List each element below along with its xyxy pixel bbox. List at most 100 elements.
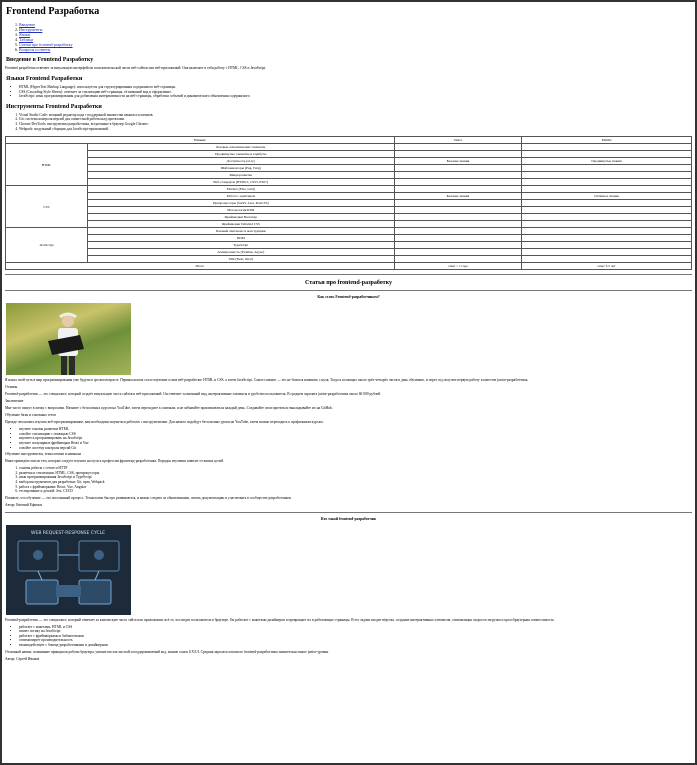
diagram-caption: WEB REQUEST-RESPONSE CYCLE (31, 530, 105, 536)
middle-cell (521, 213, 692, 222)
table-row: CSS Flexbox (Flex, Grid) (5, 185, 692, 229)
table-row: Микроразметка (6, 171, 692, 180)
page-content: Frontend Разработка Введение Инструменты… (2, 2, 695, 666)
article1-subheading: Отзывы (5, 385, 18, 390)
junior-cell (393, 241, 523, 250)
footer-middle: опыт 3-5 лет (521, 262, 692, 271)
skill-cell: Шаблонизаторы (Pug, Twig) (86, 164, 395, 173)
junior-cell (393, 171, 523, 180)
middle-cell (521, 185, 692, 194)
intro-heading: Введение в Frontend Разработку (6, 57, 94, 63)
intro-text: Frontend разработка отвечает за визуальн… (5, 66, 267, 70)
table-row: Шаблонизаторы (Pug, Twig) (6, 164, 692, 173)
header-skills: Навыки (5, 136, 395, 145)
junior-cell: Базовые знания (393, 157, 523, 166)
table-row: DOM (6, 234, 692, 243)
article1-numbered-list: основы работы с сетью и HTTP разметка и … (19, 466, 692, 494)
article2-para: Frontend-разработчик — это специалист, к… (5, 617, 555, 622)
header-middle: Middle (521, 136, 692, 145)
tools-heading: Инструменты Frontend Разработки (6, 103, 102, 110)
middle-cell: Отличное знание (521, 192, 692, 201)
middle-cell (521, 248, 692, 257)
list-item: освойте систему контроля версий Git (19, 446, 692, 451)
skill-cell: SSR (Next, Nuxt) (86, 255, 395, 264)
table-footer-row: Итого опыт ~ 1 года опыт 3-5 лет (5, 262, 692, 271)
article1-para: Помните, что обучение — это постоянный п… (5, 495, 292, 500)
junior-cell (393, 206, 523, 215)
middle-cell (521, 199, 692, 208)
table-row: Продвинутые элементы и атрибуты (6, 150, 692, 159)
skill-cell: Базовые семантические элементы (86, 143, 395, 152)
table-row: Фреймворки Tailwind CSS (6, 220, 692, 229)
junior-cell (393, 178, 523, 187)
person-with-laptop-icon (48, 312, 84, 376)
junior-cell (393, 227, 523, 236)
table-row: HTML Базовые семантические элементы (5, 143, 692, 187)
middle-cell (521, 164, 692, 173)
junior-cell (393, 143, 523, 152)
skill-cell: Микроразметка (86, 171, 395, 180)
middle-cell (521, 171, 692, 180)
article2-title: Кто такой frontend-разработчик (320, 516, 377, 521)
page: Frontend Разработка Введение Инструменты… (0, 0, 697, 765)
junior-cell (393, 150, 523, 159)
toc-item: Вопросы и ответы (19, 47, 692, 52)
tools-list: Visual Studio Code: мощный редактор кода… (19, 113, 692, 131)
table-row: Работа с адаптивом Базовые знания Отличное… (6, 192, 692, 201)
languages-heading: Языки Frontend Разработки (6, 76, 83, 82)
request-response-diagram: WEB REQUEST-RESPONSE CYCLE (6, 524, 131, 615)
junior-cell (393, 164, 523, 173)
table-row: Доступность (a11y) Базовые знания Продвину… (6, 157, 692, 166)
table-row: JavaScript Базовый синтаксис и конструкци… (5, 227, 692, 264)
article1-list: изучите основы разметки HTML освойте сти… (19, 427, 692, 450)
middle-cell (521, 241, 692, 250)
article1-photo (6, 303, 131, 376)
article1-para: Frontend-разработчик — это специалист, к… (5, 392, 381, 397)
junior-cell (393, 248, 523, 257)
skill-cell: Веб-стандарты (HTML5, CSS3, ES6+) (86, 178, 395, 187)
skill-cell: Flexbox (Flex, Grid) (86, 185, 395, 194)
table-row: Веб-стандарты (HTML5, CSS3, ES6+) (6, 178, 692, 187)
languages-list: HTML (HyperText Markup Language): исполь… (19, 85, 692, 99)
table-of-contents: Введение Инструменты Языки Таблица Стать… (19, 22, 692, 52)
skill-cell: Работа с адаптивом (86, 192, 395, 201)
skills-table: Навыки Junior Middle HTML Базовые семанти… (5, 136, 692, 271)
article1-subheading: Обучение базы и основных тегов (5, 413, 56, 418)
middle-cell (521, 220, 692, 229)
skill-cell: Методология БЭМ (86, 206, 395, 215)
article1-subheading: Заключение (5, 399, 24, 404)
middle-cell (521, 178, 692, 187)
divider (5, 511, 692, 513)
article1-para: Ниже приведён список тем, которые следуе… (5, 459, 225, 464)
junior-cell (393, 199, 523, 208)
table-row: Препроцессоры (SASS, Less, PostCSS) (6, 199, 692, 208)
article1-subheading: Обучение инструментам, технологиям и нав… (5, 452, 81, 457)
web-cycle-diagram-icon: WEB REQUEST-RESPONSE CYCLE (17, 530, 120, 605)
table-row: SSR (Next, Nuxt) (6, 255, 692, 264)
skill-cell: Доступность (a11y) (86, 157, 395, 166)
article2-author: Автор: Сергей Иванов (5, 656, 40, 661)
header-junior: Junior (393, 136, 523, 145)
toc-link[interactable]: Вопросы и ответы (19, 47, 50, 52)
skill-cell: Фреймворки Tailwind CSS (86, 220, 395, 229)
skill-cell: TypeScript (86, 241, 395, 250)
skill-cell: Фреймворки Bootstrap (86, 213, 395, 222)
table-row: Фреймворки Bootstrap (6, 213, 692, 222)
middle-cell (521, 234, 692, 243)
junior-cell (393, 255, 523, 264)
list-item: взаимодействует с бэкенд-разработчиками … (19, 643, 692, 648)
list-item: JavaScript: язык программирования для до… (19, 94, 692, 99)
article1-author: Автор: Евгений Ефимов (5, 502, 43, 507)
junior-cell: Базовые знания (393, 192, 523, 201)
skill-cell: Асинхронность (Promise, Async) (86, 248, 395, 257)
table-row: Асинхронность (Promise, Async) (6, 248, 692, 257)
middle-cell (521, 255, 692, 264)
junior-cell (393, 185, 523, 194)
middle-cell (521, 227, 692, 236)
middle-cell (521, 150, 692, 159)
article2-para: Отличный навык: понимание принципов рабо… (5, 649, 329, 654)
divider (5, 274, 692, 276)
divider (5, 290, 692, 292)
skill-cell: DOM (86, 234, 395, 243)
table-header-row: Навыки Junior Middle (5, 136, 692, 145)
